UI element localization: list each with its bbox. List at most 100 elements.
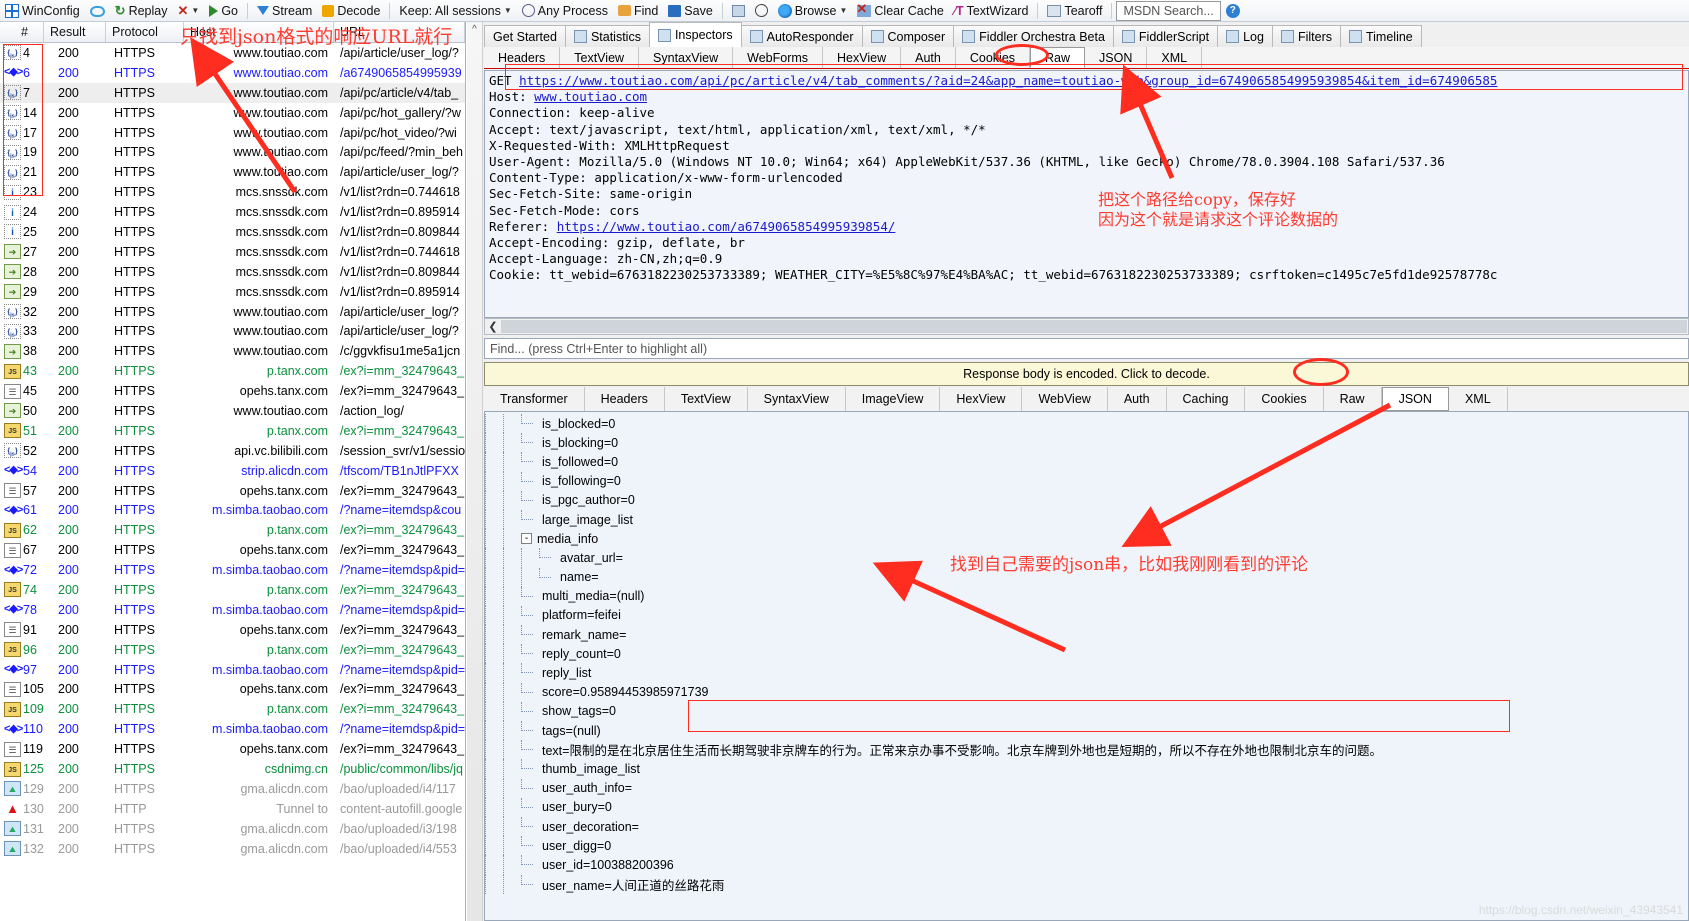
scroll-left-icon[interactable]: ❮ bbox=[485, 320, 501, 333]
response-tab-auth[interactable]: Auth bbox=[1107, 387, 1167, 411]
session-row[interactable]: ▲ 130 200 HTTP Tunnel to content-autofill.goo… bbox=[0, 799, 465, 819]
session-row[interactable]: JS 62 200 HTTPS p.tanx.com/ex?i=mm_32479643_ bbox=[0, 520, 465, 540]
session-row[interactable]: {js} 14 200 HTTPS www.toutiao.com/api/pc/hot… bbox=[0, 103, 465, 123]
json-tree-node[interactable]: is_following=0 bbox=[485, 471, 1688, 491]
toolbar-browse-button[interactable]: Browse ▼ bbox=[773, 1, 853, 21]
session-row[interactable]: {js} 32 200 HTTPS www.toutiao.com/api/articl… bbox=[0, 302, 465, 322]
session-row[interactable]: <◆> 97 200 HTTPS m.simba.taobao.com /?name=it… bbox=[0, 660, 465, 680]
tab-fiddlerscript[interactable]: FiddlerScript bbox=[1112, 25, 1219, 47]
toolbar-stream-button[interactable]: Stream bbox=[252, 1, 317, 21]
session-row[interactable]: ➔ 28 200 HTTPS mcs.snssdk.com/v1/list?rdn=0.… bbox=[0, 262, 465, 282]
toolbar-any-process-button[interactable]: Any Process bbox=[517, 1, 613, 21]
response-tab-transformer[interactable]: Transformer bbox=[484, 387, 585, 411]
json-tree-node[interactable]: user_bury=0 bbox=[485, 797, 1688, 817]
json-tree-node[interactable]: user_decoration= bbox=[485, 816, 1688, 837]
session-row[interactable]: {js} 52 200 HTTPS api.vc.bilibili.com/sessio… bbox=[0, 441, 465, 461]
toolbar-decode-button[interactable]: Decode bbox=[317, 1, 385, 21]
session-row[interactable]: ⛰ 129 200 HTTPS gma.alicdn.com/bao/uploaded/… bbox=[0, 779, 465, 799]
toolbar-timer-button[interactable] bbox=[750, 1, 773, 21]
session-row[interactable]: JS 125 200 HTTPS csdnimg.cn/public/common/li… bbox=[0, 759, 465, 779]
tab-fiddler-orchestra-beta[interactable]: Fiddler Orchestra Beta bbox=[953, 25, 1114, 47]
tab-log[interactable]: Log bbox=[1217, 25, 1273, 47]
session-row[interactable]: {js} 17 200 HTTPS www.toutiao.com/api/pc/hot… bbox=[0, 123, 465, 143]
find-input[interactable]: Find... (press Ctrl+Enter to highlight a… bbox=[484, 338, 1689, 359]
response-tab-headers[interactable]: Headers bbox=[584, 387, 665, 411]
response-tab-hexview[interactable]: HexView bbox=[940, 387, 1023, 411]
decode-notice-bar[interactable]: Response body is encoded. Click to decod… bbox=[484, 362, 1689, 386]
toolbar-remove-button[interactable]: ✕ ▼ bbox=[173, 1, 205, 21]
toolbar-clear-cache-button[interactable]: Clear Cache bbox=[852, 1, 948, 21]
json-tree-node[interactable]: multi_media=(null) bbox=[485, 586, 1688, 606]
json-tree-node[interactable]: is_blocking=0 bbox=[485, 433, 1688, 453]
json-tree-node[interactable]: is_blocked=0 bbox=[485, 414, 1688, 434]
tab-autoresponder[interactable]: AutoResponder bbox=[740, 25, 863, 47]
response-tab-json[interactable]: JSON bbox=[1381, 387, 1449, 411]
session-row[interactable]: ☰ 57 200 HTTPS opehs.tanx.com/ex?i=mm_324796… bbox=[0, 481, 465, 501]
session-row[interactable]: JS 43 200 HTTPS p.tanx.com/ex?i=mm_32479643_ bbox=[0, 361, 465, 381]
session-row[interactable]: ☰ 67 200 HTTPS opehs.tanx.com/ex?i=mm_324796… bbox=[0, 540, 465, 560]
column-header-result[interactable]: Result bbox=[44, 22, 106, 42]
json-tree-node[interactable]: thumb_image_list bbox=[485, 759, 1688, 779]
msdn-search-input[interactable]: MSDN Search... bbox=[1116, 0, 1221, 21]
json-tree-node[interactable]: remark_name= bbox=[485, 625, 1688, 645]
session-row[interactable]: ☰ 105 200 HTTPS opehs.tanx.com/ex?i=mm_32479… bbox=[0, 680, 465, 700]
response-json-tree[interactable]: is_blocked=0 is_blocking=0 is_followed=0 is… bbox=[484, 411, 1689, 921]
response-tab-cookies[interactable]: Cookies bbox=[1245, 387, 1324, 411]
toolbar-comment-button[interactable] bbox=[85, 1, 110, 21]
header-link[interactable]: www.toutiao.com bbox=[534, 89, 647, 104]
tab-inspectors[interactable]: Inspectors bbox=[648, 22, 742, 47]
session-row[interactable]: <◆> 61 200 HTTPS m.simba.taobao.com /?name=it… bbox=[0, 500, 465, 520]
session-row[interactable]: JS 74 200 HTTPS p.tanx.com/ex?i=mm_32479643_ bbox=[0, 580, 465, 600]
toolbar-help-button[interactable]: ? bbox=[1221, 1, 1245, 21]
toolbar-screenshot-button[interactable] bbox=[727, 1, 750, 21]
session-row[interactable]: {js} 7 200 HTTPS www.toutiao.com/api/pc/arti… bbox=[0, 82, 465, 103]
toolbar-go-button[interactable]: Go bbox=[204, 1, 243, 21]
response-tab-webview[interactable]: WebView bbox=[1022, 387, 1108, 411]
toolbar-keep-sessions-dropdown[interactable]: Keep: All sessions ▼ bbox=[394, 1, 516, 21]
session-row[interactable]: <◆> 6 200 HTTPS www.toutiao.com/a67490658549… bbox=[0, 63, 465, 83]
session-row[interactable]: ➔ 29 200 HTTPS mcs.snssdk.com/v1/list?rdn=0.… bbox=[0, 282, 465, 302]
session-row[interactable]: ⛰ 131 200 HTTPS gma.alicdn.com/bao/uploaded/… bbox=[0, 819, 465, 839]
response-tab-imageview[interactable]: ImageView bbox=[845, 387, 941, 411]
vertical-scroll-strip[interactable]: ^ bbox=[467, 22, 483, 921]
json-tree-node[interactable]: user_auth_info= bbox=[485, 778, 1688, 798]
json-tree-node[interactable]: is_pgc_author=0 bbox=[485, 490, 1688, 510]
column-header-protocol[interactable]: Protocol bbox=[106, 22, 184, 42]
session-row[interactable]: {js} 21 200 HTTPS www.toutiao.com/api/articl… bbox=[0, 162, 465, 182]
scrollbar-track[interactable] bbox=[501, 320, 1687, 333]
response-tab-textview[interactable]: TextView bbox=[664, 387, 748, 411]
toolbar-textwizard-button[interactable]: ⁄T TextWizard bbox=[949, 1, 1034, 21]
session-row[interactable]: ➔ 38 200 HTTPS www.toutiao.com/c/ggvkfisu1me… bbox=[0, 341, 465, 361]
session-row[interactable]: JS 51 200 HTTPS p.tanx.com/ex?i=mm_32479643_ bbox=[0, 421, 465, 441]
json-tree-node[interactable]: user_id=100388200396 bbox=[485, 855, 1688, 875]
response-tab-raw[interactable]: Raw bbox=[1323, 387, 1382, 411]
json-tree-node[interactable]: reply_list bbox=[485, 663, 1688, 683]
json-tree-node[interactable]: user_name=人间正道的丝路花雨 bbox=[485, 874, 1688, 894]
response-tab-syntaxview[interactable]: SyntaxView bbox=[747, 387, 846, 411]
tab-get-started[interactable]: Get Started bbox=[484, 25, 566, 47]
json-tree-node[interactable]: - media_info bbox=[485, 529, 1688, 549]
response-tab-caching[interactable]: Caching bbox=[1166, 387, 1246, 411]
toolbar-save-button[interactable]: Save bbox=[663, 1, 718, 21]
session-row[interactable]: ☰ 91 200 HTTPS opehs.tanx.com/ex?i=mm_324796… bbox=[0, 620, 465, 640]
json-tree-node[interactable]: platform=feifei bbox=[485, 605, 1688, 626]
session-row[interactable]: i 25 200 HTTPS mcs.snssdk.com/v1/list?rdn=0.… bbox=[0, 222, 465, 242]
session-row[interactable]: ⛰ 132 200 HTTPS gma.alicdn.com/bao/uploaded/… bbox=[0, 839, 465, 859]
session-row[interactable]: JS 96 200 HTTPS p.tanx.com/ex?i=mm_32479643_ bbox=[0, 640, 465, 660]
toolbar-find-button[interactable]: Find bbox=[613, 1, 663, 21]
toolbar-replay-button[interactable]: ↻ Replay bbox=[110, 1, 173, 21]
session-row[interactable]: <◆> 54 200 HTTPS strip.alicdn.com/tfscom/TB1… bbox=[0, 461, 465, 481]
json-tree-node[interactable]: user_digg=0 bbox=[485, 836, 1688, 856]
session-row[interactable]: ➔ 27 200 HTTPS mcs.snssdk.com/v1/list?rdn=0.… bbox=[0, 242, 465, 262]
session-row[interactable]: <◆> 78 200 HTTPS m.simba.taobao.com /?name=it… bbox=[0, 600, 465, 620]
session-row[interactable]: i 23 200 HTTPS mcs.snssdk.com/v1/list?rdn=0.… bbox=[0, 182, 465, 202]
header-link[interactable]: https://www.toutiao.com/a674906585499593… bbox=[557, 219, 896, 234]
session-row[interactable]: ☰ 45 200 HTTPS opehs.tanx.com/ex?i=mm_324796… bbox=[0, 381, 465, 401]
session-row[interactable]: {js} 19 200 HTTPS www.toutiao.com/api/pc/fee… bbox=[0, 142, 465, 162]
json-tree-node[interactable]: reply_count=0 bbox=[485, 644, 1688, 664]
tab-filters[interactable]: Filters bbox=[1271, 25, 1341, 47]
request-horizontal-scrollbar[interactable]: ❮ bbox=[484, 318, 1689, 335]
tree-expander-icon[interactable]: - bbox=[521, 533, 532, 545]
json-tree-node[interactable]: text=限制的是在北京居住生活而长期驾驶非京牌车的行为。正常来京办事不受影响。… bbox=[485, 740, 1688, 760]
session-row[interactable]: <◆> 110 200 HTTPS m.simba.taobao.com /?name=i… bbox=[0, 719, 465, 739]
